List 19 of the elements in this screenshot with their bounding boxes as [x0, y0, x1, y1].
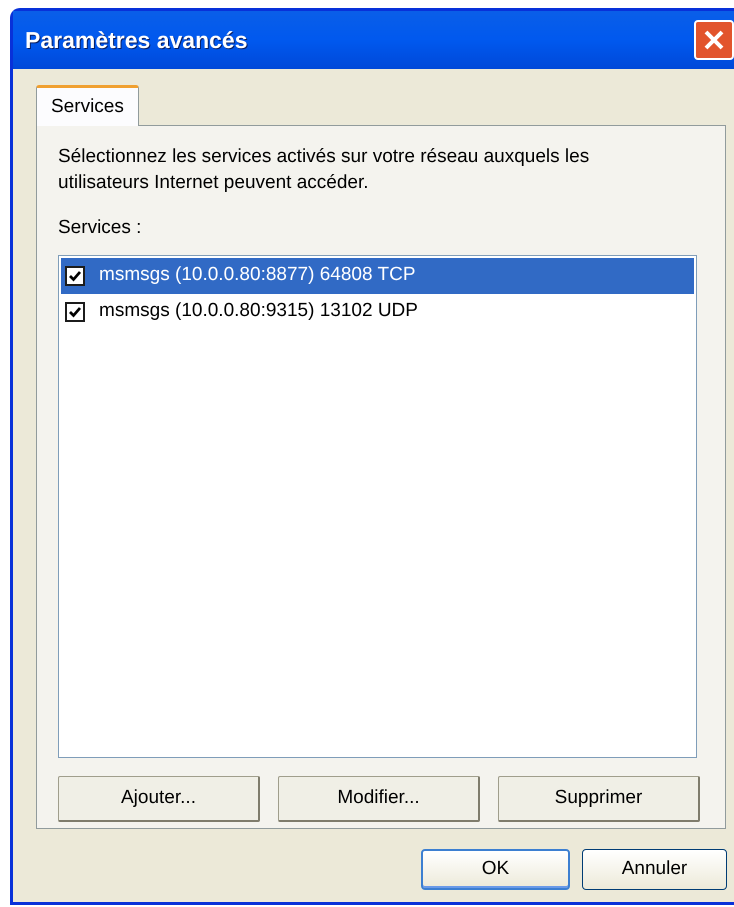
window-title: Paramètres avancés	[25, 26, 248, 55]
service-row[interactable]: msmsgs (10.0.0.80:8877) 64808 TCP	[61, 258, 694, 294]
dialog-button[interactable]: OK	[421, 849, 570, 890]
action-button[interactable]: Ajouter...	[58, 776, 260, 822]
list-label: Services :	[58, 216, 142, 240]
action-button[interactable]: Modifier...	[278, 776, 480, 822]
service-label: msmsgs (10.0.0.80:8877) 64808 TCP	[99, 263, 416, 288]
close-button[interactable]	[694, 20, 734, 60]
tab[interactable]: Services	[36, 85, 139, 126]
dialog-button[interactable]: Annuler	[582, 849, 727, 890]
description-text: Sélectionnez les services activés sur votre réseau auxquels les utilisateurs Internet peuvent accéder.	[58, 145, 590, 195]
close-icon	[703, 29, 725, 51]
service-row[interactable]: msmsgs (10.0.0.80:9315) 13102 UDP	[61, 294, 694, 330]
action-button[interactable]: Supprimer	[498, 776, 700, 822]
check-mark-icon	[68, 304, 82, 318]
check-mark-icon	[68, 268, 82, 282]
service-label: msmsgs (10.0.0.80:9315) 13102 UDP	[99, 299, 418, 324]
checkbox[interactable]	[65, 302, 85, 322]
checkbox[interactable]	[65, 266, 85, 286]
